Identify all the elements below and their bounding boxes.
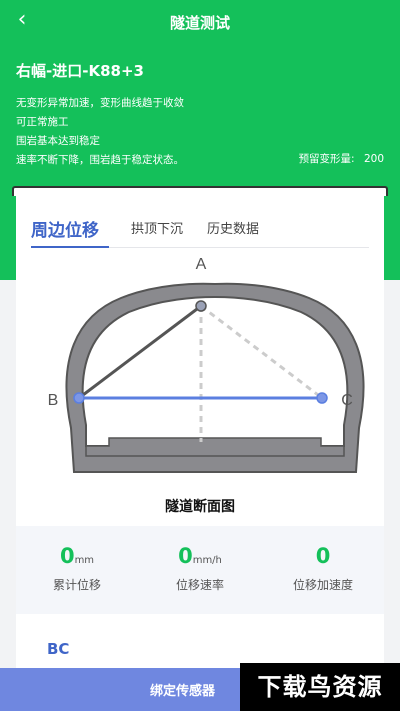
point-c bbox=[316, 392, 328, 404]
active-tab-indicator bbox=[31, 246, 109, 248]
stat-unit: mm bbox=[74, 555, 95, 566]
tunnel-road-bed bbox=[85, 437, 345, 457]
stat-label: 累计位移 bbox=[52, 578, 101, 592]
stat-value: 0 bbox=[315, 544, 331, 568]
status-note: 无变形异常加速，变形曲线趋于收敛 bbox=[16, 97, 184, 109]
stat-label: 位移加速度 bbox=[292, 578, 353, 592]
tab-history[interactable]: 历史数据 bbox=[207, 218, 259, 237]
tunnel-inner-space bbox=[81, 295, 349, 447]
watermark-logo: 下载鸟资源 bbox=[240, 663, 400, 711]
line-bc-heading: BC bbox=[47, 640, 70, 658]
stat-value-wrap: 0mm/h bbox=[139, 544, 261, 568]
reserve-value: 200 bbox=[363, 153, 384, 165]
status-notes: 无变形异常加速，变形曲线趋于收敛 可正常施工 围岩基本达到稳定 速率不断下降，围… bbox=[16, 94, 184, 170]
monitor-card: 周边位移 拱顶下沉 历史数据 A B C 隧道断面图 0mm 累计位移 0mm/… bbox=[16, 196, 384, 711]
stat-unit: mm/h bbox=[192, 555, 222, 566]
stat-value-wrap: 0 bbox=[262, 544, 384, 568]
point-a bbox=[195, 300, 207, 312]
point-b bbox=[73, 392, 85, 404]
status-note: 可正常施工 bbox=[16, 116, 69, 128]
stat-value: 0 bbox=[59, 544, 75, 568]
reserve-deformation: 预留变形量: 200 bbox=[299, 151, 384, 166]
status-note: 速率不断下降，围岩趋于稳定状态。 bbox=[16, 154, 184, 166]
title-bar: ‹ 隧道测试 bbox=[0, 0, 400, 44]
bind-sensor-button[interactable]: 绑定传感器 bbox=[150, 680, 215, 699]
tab-perimeter-displacement[interactable]: 周边位移 bbox=[31, 216, 99, 241]
page-title: 隧道测试 bbox=[169, 14, 230, 32]
point-a-label: A bbox=[196, 256, 207, 273]
stat-label: 位移速率 bbox=[175, 578, 224, 592]
status-note: 围岩基本达到稳定 bbox=[16, 135, 100, 147]
reserve-label: 预留变形量: bbox=[298, 153, 355, 165]
stats-panel: 0mm 累计位移 0mm/h 位移速率 0 位移加速度 bbox=[16, 526, 384, 614]
point-c-label: C bbox=[341, 392, 353, 409]
tab-bar: 周边位移 拱顶下沉 历史数据 bbox=[31, 196, 369, 248]
card-top-edge bbox=[12, 186, 388, 196]
tab-crown-settlement[interactable]: 拱顶下沉 bbox=[131, 218, 183, 237]
point-b-label: B bbox=[48, 392, 59, 409]
stat-value-wrap: 0mm bbox=[16, 544, 138, 568]
diagram-caption: 隧道断面图 bbox=[165, 499, 235, 515]
tunnel-section-diagram: A B C bbox=[48, 256, 365, 473]
section-name: 右幅-进口-K88+3 bbox=[16, 62, 144, 80]
stat-value: 0 bbox=[178, 544, 193, 568]
